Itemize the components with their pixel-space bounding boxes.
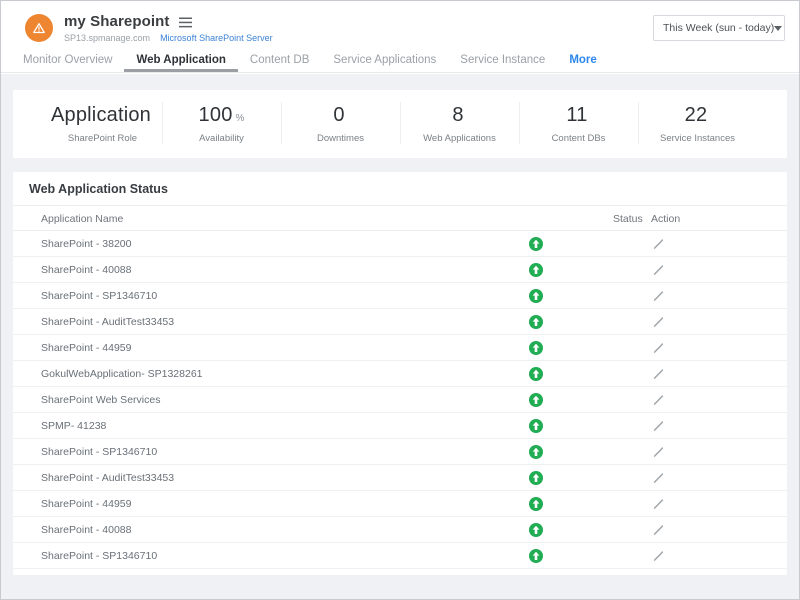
stat-value: 0 xyxy=(333,104,344,127)
edit-pencil-icon[interactable] xyxy=(652,393,665,406)
application-name: SharePoint - SP1346710 xyxy=(41,290,157,302)
status-up-icon xyxy=(529,315,543,329)
status-up-icon xyxy=(529,237,543,251)
time-range-select[interactable]: This Week (sun - today) xyxy=(653,15,785,41)
content-area: Application SharePoint Role 100 % Availa… xyxy=(1,74,799,599)
stat-label: SharePoint Role xyxy=(43,133,162,144)
table-body: SharePoint - 38200 SharePoint - 40088 xyxy=(13,231,787,569)
table-row: SharePoint - 44959 xyxy=(13,335,787,361)
status-up-icon xyxy=(529,497,543,511)
edit-pencil-icon[interactable] xyxy=(652,497,665,510)
status-up-icon xyxy=(529,445,543,459)
tab-bar: Monitor Overview Web Application Content… xyxy=(1,49,799,73)
stat-cell: 8 Web Applications xyxy=(400,90,519,158)
application-name: SharePoint - 44959 xyxy=(41,342,131,354)
stat-cell: 11 Content DBs xyxy=(519,90,638,158)
chevron-down-icon xyxy=(774,26,782,31)
stat-cell: 0 Downtimes xyxy=(281,90,400,158)
application-name: SharePoint - SP1346710 xyxy=(41,550,157,562)
stat-cell: 100 % Availability xyxy=(162,90,281,158)
table-row: SharePoint - SP1346710 xyxy=(13,283,787,309)
stat-label: Availability xyxy=(162,133,281,144)
stat-cell: 22 Service Instances xyxy=(638,90,757,158)
application-name: SPMP- 41238 xyxy=(41,420,106,432)
stat-label: Web Applications xyxy=(400,133,519,144)
stat-label: Downtimes xyxy=(281,133,400,144)
edit-pencil-icon[interactable] xyxy=(652,315,665,328)
status-up-icon xyxy=(529,393,543,407)
header: my Sharepoint SP13.spmanage.com Microsof… xyxy=(1,1,799,49)
edit-pencil-icon[interactable] xyxy=(652,237,665,250)
web-application-status-card: Web Application Status Application Name … xyxy=(13,172,787,575)
table-row: SharePoint - AuditTest33453 xyxy=(13,465,787,491)
application-name: SharePoint - AuditTest33453 xyxy=(41,316,174,328)
edit-pencil-icon[interactable] xyxy=(652,523,665,536)
tab-web-application[interactable]: Web Application xyxy=(124,49,237,72)
table-row: SharePoint Web Services xyxy=(13,387,787,413)
stat-value: 11 xyxy=(566,104,587,127)
application-name: SharePoint - 40088 xyxy=(41,524,131,536)
table-row: SharePoint - 40088 xyxy=(13,517,787,543)
status-up-icon xyxy=(529,341,543,355)
stat-value: 100 xyxy=(199,104,233,127)
stat-value: 22 xyxy=(685,104,708,127)
status-up-icon xyxy=(529,523,543,537)
table-row: SharePoint - SP1346710 xyxy=(13,439,787,465)
table-row: SharePoint - SP1346710 xyxy=(13,543,787,569)
status-up-icon xyxy=(529,263,543,277)
status-up-icon xyxy=(529,549,543,563)
tab-service-instance[interactable]: Service Instance xyxy=(448,49,557,72)
application-name: SharePoint - 40088 xyxy=(41,264,131,276)
edit-pencil-icon[interactable] xyxy=(652,549,665,562)
column-header-action: Action xyxy=(651,213,680,225)
stat-cell: Application SharePoint Role xyxy=(43,90,162,158)
tab-more[interactable]: More xyxy=(557,49,608,72)
application-name: SharePoint - 44959 xyxy=(41,498,131,510)
table-header-row: Application Name Status Action xyxy=(13,206,787,231)
card-title: Web Application Status xyxy=(13,172,787,206)
column-header-status: Status xyxy=(613,213,643,225)
status-up-icon xyxy=(529,289,543,303)
warning-triangle-icon xyxy=(30,19,48,37)
tab-monitor-overview[interactable]: Monitor Overview xyxy=(11,49,124,72)
stat-unit: % xyxy=(236,113,245,124)
status-up-icon xyxy=(529,471,543,485)
status-up-icon xyxy=(529,419,543,433)
tab-service-applications[interactable]: Service Applications xyxy=(321,49,448,72)
application-name: SharePoint - AuditTest33453 xyxy=(41,472,174,484)
table-row: SharePoint - 44959 xyxy=(13,491,787,517)
table-row: GokulWebApplication- SP1328261 xyxy=(13,361,787,387)
application-name: SharePoint - SP1346710 xyxy=(41,446,157,458)
application-name: SharePoint - 38200 xyxy=(41,238,131,250)
table-row: SPMP- 41238 xyxy=(13,413,787,439)
time-range-value: This Week (sun - today) xyxy=(663,22,774,34)
table-row: SharePoint - AuditTest33453 xyxy=(13,309,787,335)
stat-label: Service Instances xyxy=(638,133,757,144)
menu-icon[interactable] xyxy=(179,17,192,28)
table-row: SharePoint - 38200 xyxy=(13,231,787,257)
edit-pencil-icon[interactable] xyxy=(652,263,665,276)
stat-value: 8 xyxy=(452,104,463,127)
application-name: GokulWebApplication- SP1328261 xyxy=(41,368,203,380)
monitor-severity-icon xyxy=(25,14,53,42)
stat-value: Application xyxy=(51,104,151,127)
edit-pencil-icon[interactable] xyxy=(652,419,665,432)
edit-pencil-icon[interactable] xyxy=(652,341,665,354)
app-window: my Sharepoint SP13.spmanage.com Microsof… xyxy=(0,0,800,600)
table-row: SharePoint - 40088 xyxy=(13,257,787,283)
edit-pencil-icon[interactable] xyxy=(652,367,665,380)
summary-stats-card: Application SharePoint Role 100 % Availa… xyxy=(13,90,787,158)
page-title: my Sharepoint xyxy=(64,13,170,30)
edit-pencil-icon[interactable] xyxy=(652,289,665,302)
edit-pencil-icon[interactable] xyxy=(652,471,665,484)
tab-content-db[interactable]: Content DB xyxy=(238,49,321,72)
status-up-icon xyxy=(529,367,543,381)
server-type-link[interactable]: Microsoft SharePoint Server xyxy=(160,33,273,43)
column-header-application-name: Application Name xyxy=(41,213,123,225)
edit-pencil-icon[interactable] xyxy=(652,445,665,458)
monitor-hostname: SP13.spmanage.com xyxy=(64,33,150,43)
application-name: SharePoint Web Services xyxy=(41,394,160,406)
stat-label: Content DBs xyxy=(519,133,638,144)
